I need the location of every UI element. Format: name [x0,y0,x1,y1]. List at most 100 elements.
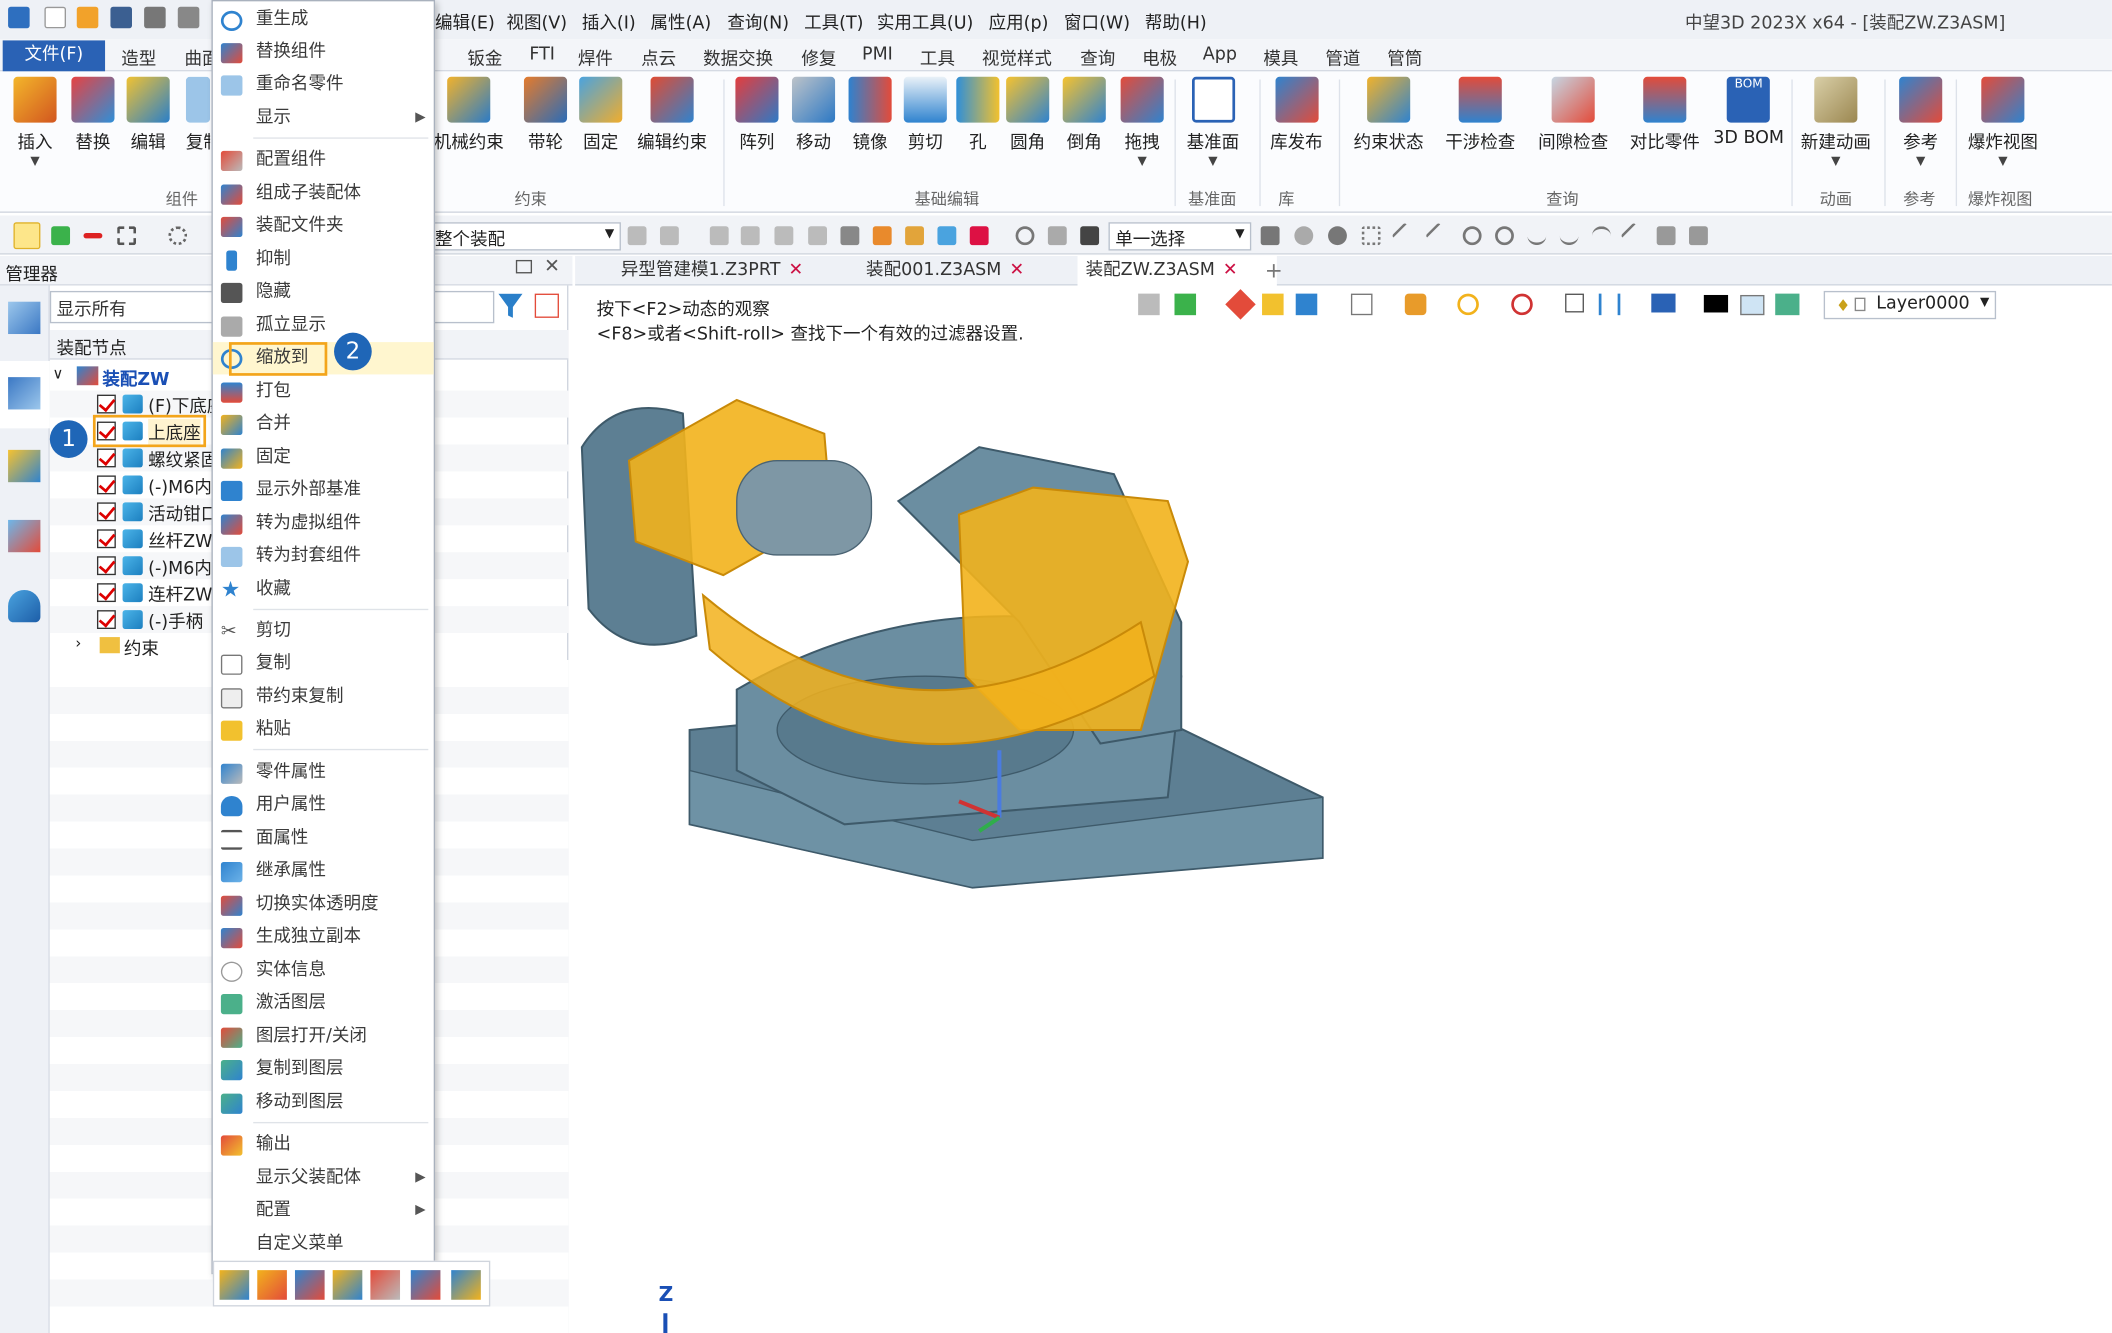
menu-item-layer-toggle[interactable]: 图层打开/关闭 [213,1021,434,1053]
visibility-checkbox[interactable] [96,556,116,576]
tab-query[interactable]: 查询 [1080,44,1115,70]
filter-option-icon-2[interactable] [659,226,679,246]
3d-viewport[interactable] [575,285,2112,1333]
curve-icon[interactable] [1527,226,1547,246]
close-icon[interactable]: ✕ [544,256,560,278]
menu-item-paste[interactable]: 粘贴 [213,714,434,746]
menu-item-activate-layer[interactable]: 激活图层 [213,987,434,1019]
explode-view-button[interactable]: 爆炸视图 ▼ [1968,76,2038,168]
arrow-select-icon[interactable] [1260,226,1280,246]
close-icon[interactable]: ✕ [789,260,804,280]
shaded-cube-icon[interactable] [1262,293,1284,316]
play-icon[interactable] [1328,226,1347,246]
tab-mold[interactable]: 模具 [1263,44,1298,70]
menu-insert[interactable]: 插入(I) [582,8,636,33]
menu-item-independent-copy[interactable]: 生成独立副本 [213,921,434,953]
part-manager-icon[interactable] [8,449,41,483]
filter-option-icon[interactable] [627,226,647,246]
add-tab-icon[interactable]: + [1257,256,1283,286]
insert-button[interactable]: 插入 ▼ [13,76,57,168]
collapse-icon[interactable]: ∨ [53,365,64,383]
clearance-check-button[interactable]: 间隙检查 [1538,76,1608,154]
box-select-icon[interactable] [117,226,137,246]
menu-item-custom-menu[interactable]: 自定义菜单 [213,1228,434,1260]
belt-pulley-button[interactable]: 带轮 [523,76,568,154]
menu-item-regenerate[interactable]: 重生成 [213,4,434,36]
point-select-icon[interactable] [1294,226,1314,246]
history-manager-icon[interactable] [8,301,41,335]
pattern-icon[interactable] [410,1270,441,1300]
user-icon[interactable] [8,589,41,623]
menu-item-display[interactable]: 显示 ▶ [213,102,434,134]
doc-tab-1[interactable]: 异型管建模1.Z3PRT ✕ [613,256,803,286]
move-button[interactable]: 移动 [791,76,836,154]
cursor-icon[interactable] [1047,226,1067,246]
filter-icon[interactable] [498,293,523,318]
fix-button[interactable]: 固定 [579,76,623,154]
tab-tools[interactable]: 工具 [920,44,955,70]
mirror-button[interactable]: 镜像 [848,76,892,154]
menu-item-configure-component[interactable]: 配置组件 [213,144,434,176]
tab-repair[interactable]: 修复 [801,44,836,70]
restore-icon[interactable] [515,259,533,274]
select-mode-dropdown[interactable]: 单一选择 ▼ [1108,222,1252,251]
visibility-checkbox[interactable] [96,502,116,522]
vise-model[interactable] [575,286,2112,1333]
tab-weldment[interactable]: 焊件 [578,44,613,70]
constraint-icon[interactable] [332,1270,363,1300]
edit-constraint-button[interactable]: 编辑约束 [637,76,707,154]
doc-tab-3-active[interactable]: 装配ZW.Z3ASM ✕ [1077,255,1277,286]
open-icon[interactable] [257,1270,287,1300]
target-view-icon[interactable] [1511,293,1533,316]
layer-dropdown[interactable]: ♦ Layer0000 ▼ [1823,290,1997,320]
menu-item-part-attributes[interactable]: 零件属性 [213,757,434,789]
close-icon[interactable]: ✕ [1009,260,1024,280]
menu-item-to-virtual[interactable]: 转为虚拟组件 [213,508,434,540]
fillet-button[interactable]: 圆角 [1006,76,1050,154]
menu-view[interactable]: 视图(V) [506,8,567,33]
pick-icon-1[interactable] [709,226,729,246]
view-manager-icon[interactable] [8,519,41,553]
menu-edit[interactable]: 编辑(E) [435,8,495,33]
color-light-swatch[interactable] [1740,294,1765,316]
lasso-select-icon[interactable] [168,226,188,246]
tab-pmi[interactable]: PMI [862,44,893,64]
zoom-icon[interactable] [1457,293,1479,316]
visibility-checkbox[interactable] [96,448,116,468]
color-black-swatch[interactable] [1703,294,1729,313]
hole-button[interactable]: 孔 [956,76,1000,154]
line-icon-2[interactable] [1425,222,1452,250]
menu-item-configuration[interactable]: 配置 ▶ [213,1195,434,1227]
query-icon[interactable] [451,1270,481,1300]
display-mode-icon[interactable] [1295,293,1318,316]
array-button[interactable]: 阵列 [735,76,779,154]
save-icon[interactable] [110,6,132,29]
remove-icon[interactable] [83,233,103,239]
measure-icon[interactable] [1598,293,1621,316]
view-orientation-icon[interactable] [1404,293,1427,316]
spline-icon[interactable] [1559,226,1579,246]
open-folder-icon[interactable] [76,6,99,29]
replace-button[interactable]: 替换 [71,76,115,154]
pick-icon-3[interactable] [774,226,794,246]
tab-modeling[interactable]: 造型 [121,44,156,70]
add-icon[interactable] [51,226,71,246]
solid-icon[interactable] [1689,226,1708,246]
menu-item-show-parent-assembly[interactable]: 显示父装配体 ▶ [213,1162,434,1194]
chamfer-button[interactable]: 倒角 [1062,76,1106,154]
surface-icon[interactable] [1656,226,1676,246]
tab-data-exchange[interactable]: 数据交换 [703,44,773,70]
3d-bom-button[interactable]: BOM 3D BOM [1713,76,1784,148]
circle-icon-2[interactable] [1495,226,1514,246]
menu-item-entity-info[interactable]: 实体信息 [213,955,434,987]
menu-tools[interactable]: 工具(T) [804,8,863,33]
target-icon[interactable] [1015,226,1035,246]
menu-item-toggle-transparency[interactable]: 切换实体透明度 [213,889,434,921]
interference-check-button[interactable]: 干涉检查 [1445,76,1515,154]
menu-item-export[interactable]: 输出 [213,1129,434,1161]
tab-app[interactable]: App [1203,44,1237,64]
menu-window[interactable]: 窗口(W) [1064,8,1130,33]
grid-icon[interactable] [1361,226,1381,246]
cut-button[interactable]: 剪切 [903,76,947,154]
layer-filter-icon[interactable] [1174,293,1197,316]
